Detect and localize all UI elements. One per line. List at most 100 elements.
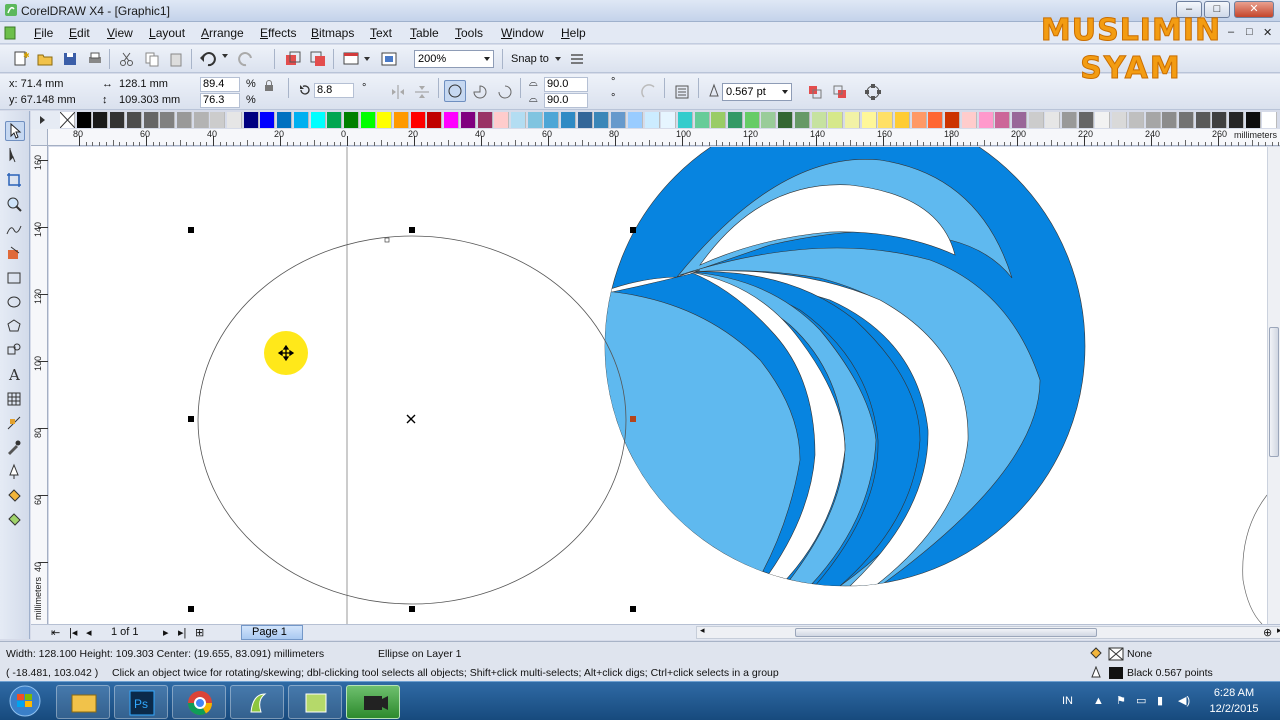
start-angle-field[interactable]: 90.0 [544, 77, 588, 92]
tray-expand-icon[interactable]: ▲ [1093, 695, 1104, 707]
palette-swatch[interactable] [260, 112, 276, 128]
menu-text[interactable]: Text [370, 26, 392, 40]
language-indicator[interactable]: IN [1062, 695, 1073, 707]
palette-swatch[interactable] [811, 112, 827, 128]
new-document-icon[interactable]: ✱ [11, 50, 29, 68]
handle-top-center[interactable] [409, 227, 415, 233]
menu-tools[interactable]: Tools [455, 26, 483, 40]
palette-swatch[interactable] [1195, 112, 1211, 128]
smart-fill-tool[interactable] [5, 244, 25, 264]
handle-bottom-center[interactable] [409, 606, 415, 612]
ruler-origin[interactable] [31, 129, 48, 146]
handle-bottom-right[interactable] [630, 606, 636, 612]
close-button[interactable]: ✕ [1234, 1, 1274, 18]
menu-edit[interactable]: Edit [69, 26, 90, 40]
palette-swatch[interactable] [1028, 112, 1044, 128]
rectangle-tool[interactable] [5, 269, 25, 289]
palette-swatch[interactable] [510, 112, 526, 128]
welcome-screen-icon[interactable] [380, 50, 398, 68]
page-tab[interactable]: Page 1 [241, 625, 303, 640]
clock-date[interactable]: 12/2/2015 [1204, 703, 1264, 715]
pick-tool[interactable] [5, 121, 25, 141]
palette-swatch[interactable] [444, 112, 460, 128]
tray-display-icon[interactable]: ▭ [1136, 694, 1146, 707]
palette-swatch[interactable] [377, 112, 393, 128]
to-front-icon[interactable] [806, 83, 824, 101]
horizontal-ruler[interactable]: 80 60 40 20 0 20 40 60 80 100 120 140 160 180 200 220 24… [31, 129, 1280, 146]
palette-swatch[interactable] [1112, 112, 1128, 128]
vertical-ruler[interactable]: 160 140 120 100 80 60 40 millimeters [31, 146, 48, 624]
palette-swatch[interactable] [477, 112, 493, 128]
paste-icon[interactable] [167, 50, 185, 68]
palette-swatch[interactable] [527, 112, 543, 128]
palette-swatch[interactable] [394, 112, 409, 128]
palette-swatch[interactable] [110, 112, 126, 128]
doc-restore-button[interactable]: □ [1246, 26, 1253, 38]
palette-swatch[interactable] [828, 112, 844, 128]
print-icon[interactable] [86, 50, 104, 68]
convert-to-curves-icon[interactable] [864, 83, 882, 101]
palette-swatch[interactable] [794, 112, 810, 128]
clock-time[interactable]: 6:28 AM [1206, 687, 1262, 699]
palette-swatch[interactable] [1078, 112, 1094, 128]
ellipse-tool[interactable] [5, 293, 25, 313]
palette-swatch[interactable] [193, 112, 209, 128]
navigator-icon[interactable]: ⊕ [1263, 626, 1272, 639]
palette-swatch[interactable] [343, 112, 359, 128]
interactive-fill-tool[interactable] [5, 511, 25, 531]
menu-bitmaps[interactable]: Bitmaps [311, 26, 354, 40]
ellipse-node[interactable] [384, 237, 390, 243]
menu-file[interactable]: File [34, 26, 53, 40]
taskbar-recorder[interactable] [346, 685, 400, 719]
prev-page-button[interactable]: ◂ [86, 626, 92, 639]
snap-to-button[interactable]: Snap to [511, 53, 549, 65]
drawing-svg[interactable] [49, 147, 1267, 624]
start-button[interactable] [4, 684, 46, 719]
palette-swatch[interactable] [1128, 112, 1144, 128]
scale-y-field[interactable]: 76.3 [200, 93, 240, 108]
palette-swatch[interactable] [644, 112, 660, 128]
palette-scroll-left[interactable] [31, 111, 60, 129]
palette-swatch[interactable] [911, 112, 927, 128]
pie-icon[interactable] [471, 83, 489, 101]
palette-swatch[interactable] [978, 112, 994, 128]
menu-window[interactable]: Window [501, 26, 544, 40]
save-icon[interactable] [61, 50, 79, 68]
palette-swatch[interactable] [494, 112, 510, 128]
palette-swatch[interactable] [126, 112, 142, 128]
ellipse-mode-button[interactable] [444, 80, 466, 102]
palette-swatch[interactable] [945, 112, 961, 128]
palette-swatch[interactable] [544, 112, 560, 128]
palette-swatch[interactable] [310, 112, 326, 128]
palette-swatch[interactable] [360, 112, 376, 128]
palette-swatch[interactable] [861, 112, 877, 128]
width-field[interactable]: 128.1 mm [119, 78, 168, 90]
mirror-horizontal-icon[interactable] [389, 83, 407, 101]
palette-swatch[interactable] [1145, 112, 1161, 128]
scroll-left-icon[interactable]: ◂ [700, 625, 705, 636]
last-page-button[interactable]: ▸| [178, 626, 186, 639]
taskbar-corel-document[interactable] [288, 685, 342, 719]
palette-swatch[interactable] [143, 112, 159, 128]
palette-swatch[interactable] [728, 112, 743, 128]
undo-icon[interactable] [199, 50, 217, 68]
first-page-button[interactable]: ⇤ [51, 626, 60, 639]
scale-x-field[interactable]: 89.4 [200, 77, 240, 92]
taskbar-coreldraw[interactable] [230, 685, 284, 719]
palette-swatch[interactable] [1062, 112, 1077, 128]
taskbar-explorer[interactable] [56, 685, 110, 719]
palette-swatch[interactable] [844, 112, 860, 128]
menu-layout[interactable]: Layout [149, 26, 185, 40]
zoom-tool[interactable] [5, 195, 25, 215]
redo-icon[interactable] [237, 50, 255, 68]
table-tool[interactable] [5, 390, 25, 410]
horizontal-scrollbar[interactable]: ◂ ▸ [696, 625, 1280, 639]
palette-swatch[interactable] [627, 112, 643, 128]
palette-swatch[interactable] [895, 112, 910, 128]
to-back-icon[interactable] [831, 83, 849, 101]
undo-dropdown-icon[interactable] [222, 54, 228, 58]
palette-swatch[interactable] [995, 112, 1011, 128]
palette-swatch[interactable] [93, 112, 109, 128]
fill-tool[interactable] [5, 487, 25, 507]
no-fill-swatch[interactable] [1108, 647, 1124, 661]
